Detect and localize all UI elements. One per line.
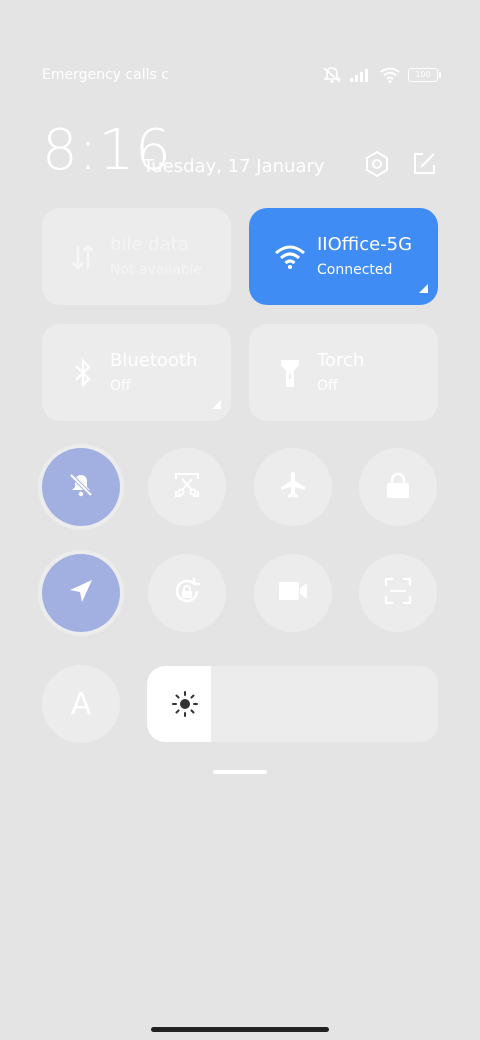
font-size-label: A <box>70 686 92 722</box>
tile-wifi[interactable]: IIOffice-5G Connected <box>249 208 438 305</box>
toggle-lock[interactable] <box>359 448 437 526</box>
silent-bell-icon <box>67 471 95 503</box>
settings-icon[interactable] <box>362 149 392 179</box>
brightness-sun-icon <box>171 690 199 722</box>
rotation-lock-icon <box>171 575 203 611</box>
tile-bluetooth-name: Bluetooth <box>110 350 198 371</box>
toggle-rotation-lock[interactable] <box>148 554 226 632</box>
tile-torch-name: Torch <box>317 350 365 371</box>
status-bar: Emergency calls c 100 <box>42 66 441 88</box>
wifi-status-icon <box>380 67 400 83</box>
battery-icon: 100 <box>408 68 441 82</box>
brightness-slider[interactable] <box>147 666 438 742</box>
toggle-airplane[interactable] <box>254 448 332 526</box>
mobile-data-icon <box>64 238 102 276</box>
toggle-video[interactable] <box>254 554 332 632</box>
airplane-icon <box>278 470 308 504</box>
signal-icon <box>350 68 372 82</box>
lock-icon <box>385 471 411 503</box>
expand-corner-icon[interactable] <box>212 400 221 409</box>
tile-bluetooth[interactable]: Bluetooth Off <box>42 324 231 421</box>
scan-icon <box>384 577 412 609</box>
tile-torch-status: Off <box>317 378 338 394</box>
expand-corner-icon[interactable] <box>419 284 428 293</box>
toggle-screenshot[interactable] <box>148 448 226 526</box>
torch-icon <box>271 354 309 392</box>
mute-icon <box>322 66 342 84</box>
toggle-location[interactable] <box>42 554 120 632</box>
toggle-scan[interactable] <box>359 554 437 632</box>
tile-torch[interactable]: Torch Off <box>249 324 438 421</box>
tile-mobile-data-name: bile data <box>110 234 189 255</box>
tile-wifi-name: IIOffice-5G <box>317 234 413 255</box>
video-icon <box>278 580 308 606</box>
toggle-silent[interactable] <box>42 448 120 526</box>
screenshot-icon <box>173 471 201 503</box>
tile-mobile-data-status: Not available <box>110 262 203 278</box>
clock-date: Tuesday, 17 January <box>143 156 325 177</box>
bluetooth-icon <box>64 354 102 392</box>
edit-icon[interactable] <box>409 149 439 179</box>
panel-drag-handle[interactable] <box>213 770 267 774</box>
home-indicator[interactable] <box>151 1027 329 1032</box>
tile-mobile-data[interactable]: bile data Not available <box>42 208 231 305</box>
tile-wifi-status: Connected <box>317 262 393 278</box>
status-icons: 100 <box>322 66 441 84</box>
tile-bluetooth-status: Off <box>110 378 131 394</box>
wifi-icon <box>271 238 309 276</box>
carrier-text: Emergency calls c <box>42 67 169 83</box>
font-size-button[interactable]: A <box>42 665 120 743</box>
location-icon <box>67 577 95 609</box>
